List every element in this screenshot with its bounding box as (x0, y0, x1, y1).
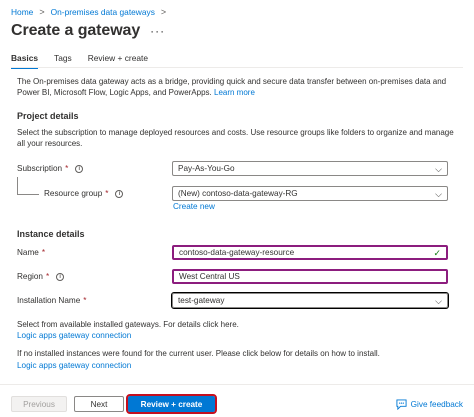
chevron-down-icon: ⌵ (435, 189, 442, 199)
next-button[interactable]: Next (74, 396, 124, 412)
region-label: Region * i (17, 272, 65, 281)
chevron-down-icon: ⌵ (435, 296, 442, 306)
feedback-icon (396, 399, 407, 410)
breadcrumb: Home > On-premises data gateways > (11, 7, 172, 17)
required-marker: * (45, 272, 50, 281)
breadcrumb-separator: > (39, 7, 45, 17)
region-dropdown[interactable]: West Central US (172, 269, 448, 284)
subscription-value: Pay-As-You-Go (178, 164, 235, 173)
breadcrumb-separator: > (160, 7, 167, 17)
resource-group-label-text: Resource group (44, 189, 103, 198)
required-marker: * (83, 296, 87, 305)
name-label: Name * (17, 248, 45, 257)
tree-connector-vertical (17, 177, 18, 195)
give-feedback[interactable]: Give feedback (396, 399, 463, 410)
project-details-heading: Project details (17, 111, 79, 121)
title-row: Create a gateway ··· (11, 22, 165, 40)
page-title: Create a gateway (11, 22, 141, 39)
breadcrumb-home[interactable]: Home (11, 7, 33, 17)
subscription-label-text: Subscription (17, 164, 63, 173)
info-icon[interactable]: i (115, 189, 124, 198)
resource-group-value: (New) contoso-data-gateway-RG (178, 189, 298, 198)
tabs-divider (11, 67, 463, 68)
logic-apps-gateway-link-2[interactable]: Logic apps gateway connection (17, 361, 131, 370)
installed-gateways-note: Select from available installed gateways… (17, 320, 239, 329)
no-instances-note: If no installed instances were found for… (17, 349, 380, 358)
project-description: Select the subscription to manage deploy… (17, 128, 454, 148)
required-marker: * (65, 164, 69, 173)
name-value: contoso-data-gateway-resource (179, 248, 295, 257)
info-icon[interactable]: i (75, 164, 84, 173)
subscription-label: Subscription * i (17, 164, 84, 173)
installation-name-value: test-gateway (178, 296, 225, 305)
region-value: West Central US (179, 272, 240, 281)
installation-name-dropdown[interactable]: test-gateway ⌵ (171, 292, 449, 309)
resource-group-dropdown[interactable]: (New) contoso-data-gateway-RG ⌵ (172, 186, 448, 201)
learn-more-link[interactable]: Learn more (214, 88, 255, 97)
previous-button[interactable]: Previous (11, 396, 67, 412)
footer-divider (0, 384, 474, 385)
checkmark-icon: ✓ (433, 248, 441, 258)
chevron-down-icon: ⌵ (435, 164, 442, 174)
subscription-dropdown[interactable]: Pay-As-You-Go ⌵ (172, 161, 448, 176)
required-marker: * (41, 248, 46, 257)
required-marker: * (105, 189, 109, 198)
breadcrumb-gateways[interactable]: On-premises data gateways (51, 7, 155, 17)
resource-group-label: Resource group * i (44, 189, 124, 198)
instance-details-heading: Instance details (17, 229, 85, 239)
create-new-link[interactable]: Create new (173, 202, 215, 211)
name-label-text: Name (17, 248, 39, 257)
intro-text: The On-premises data gateway acts as a b… (17, 76, 457, 98)
logic-apps-gateway-link-1[interactable]: Logic apps gateway connection (17, 331, 131, 340)
name-input[interactable]: contoso-data-gateway-resource ✓ (172, 245, 448, 260)
tree-connector-horizontal (17, 194, 39, 195)
more-options-icon[interactable]: ··· (150, 24, 165, 38)
region-label-text: Region (17, 272, 43, 281)
installation-name-label: Installation Name * (17, 296, 86, 305)
info-icon[interactable]: i (56, 272, 65, 281)
installation-name-label-text: Installation Name (17, 296, 81, 305)
review-create-button[interactable]: Review + create (126, 394, 217, 414)
give-feedback-label: Give feedback (410, 400, 463, 409)
